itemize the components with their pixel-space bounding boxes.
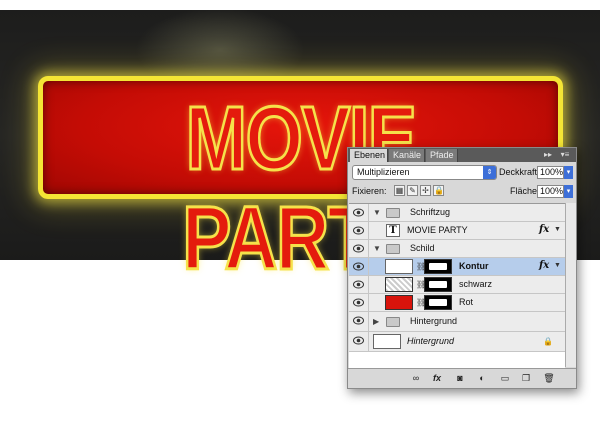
fx-icon[interactable]: fx xyxy=(539,224,549,235)
new-layer-icon[interactable]: ❐ xyxy=(520,373,532,384)
opacity-label: Deckkraft: xyxy=(499,167,540,177)
visibility-toggle[interactable] xyxy=(349,312,369,331)
chevron-down-icon[interactable]: ▼ xyxy=(554,226,561,233)
eye-icon xyxy=(353,316,364,325)
layer-row-rot[interactable]: ⛓ Rot xyxy=(349,294,565,312)
fill-dropdown-icon[interactable]: ▾ xyxy=(564,185,573,198)
adjustment-icon[interactable]: ◐ xyxy=(476,373,488,384)
layers-list: ▼ Schriftzug T MOVIE PARTY fx ▼ ▼ Schild xyxy=(349,203,565,368)
eye-icon xyxy=(353,280,364,289)
folder-icon xyxy=(386,244,400,254)
layer-name: schwarz xyxy=(459,279,493,289)
folder-icon xyxy=(386,317,400,327)
tab-ebenen[interactable]: Ebenen xyxy=(350,149,388,162)
layer-name: Rot xyxy=(459,297,474,307)
eye-icon xyxy=(353,244,364,253)
opacity-dropdown-icon[interactable]: ▾ xyxy=(564,166,573,179)
lock-position-icon[interactable]: ✢ xyxy=(420,185,431,196)
fill-field[interactable]: 100% xyxy=(537,185,564,198)
double-chevron-right-icon[interactable]: ▸▸ xyxy=(541,149,555,161)
visibility-toggle[interactable] xyxy=(349,258,369,275)
expand-triangle-icon[interactable]: ▼ xyxy=(373,208,381,217)
lock-label: Fixieren: xyxy=(352,186,387,196)
opacity-field[interactable]: 100% xyxy=(537,166,564,179)
fx-icon[interactable]: fx xyxy=(539,260,549,271)
fill-label: Fläche: xyxy=(510,186,540,196)
visibility-toggle[interactable] xyxy=(349,276,369,293)
blend-mode-select[interactable]: Multiplizieren ⇕ xyxy=(352,165,497,180)
panel-tabbar: Ebenen Kanäle Pfade ▸▸ ▾≡ xyxy=(348,148,576,162)
layer-name: Kontur xyxy=(459,261,489,271)
layer-row-hintergrund-group[interactable]: ▶ Hintergrund xyxy=(349,312,565,332)
link-icon[interactable]: ⛓ xyxy=(416,262,426,271)
panel-menu-icon[interactable]: ▾≡ xyxy=(557,149,573,161)
visibility-toggle[interactable] xyxy=(349,332,369,351)
text-layer-icon: T xyxy=(386,224,400,237)
eye-icon xyxy=(353,336,364,345)
layer-mask-thumbnail xyxy=(424,295,452,310)
eye-icon xyxy=(353,208,364,217)
layer-name: Hintergrund xyxy=(410,316,458,326)
layer-name: Schriftzug xyxy=(410,207,451,217)
expand-triangle-icon[interactable]: ▼ xyxy=(373,244,381,253)
eye-icon xyxy=(353,262,364,271)
tab-pfade[interactable]: Pfade xyxy=(426,149,458,162)
layers-panel: Ebenen Kanäle Pfade ▸▸ ▾≡ Multiplizieren… xyxy=(347,147,577,389)
collapse-triangle-icon[interactable]: ▶ xyxy=(373,317,379,326)
visibility-toggle[interactable] xyxy=(349,222,369,239)
folder-icon xyxy=(386,208,400,218)
panel-footer: ∞ fx ◙ ◐ ▭ ❐ 🗑 xyxy=(348,368,576,388)
visibility-toggle[interactable] xyxy=(349,204,369,221)
trash-icon[interactable]: 🗑 xyxy=(543,373,555,384)
layer-row-hintergrund[interactable]: Hintergrund 🔒 xyxy=(349,332,565,352)
layer-thumbnail xyxy=(385,259,413,274)
layer-row-schild[interactable]: ▼ Schild xyxy=(349,240,565,258)
lock-pixels-icon[interactable]: ✎ xyxy=(407,185,418,196)
eye-icon xyxy=(353,298,364,307)
eye-icon xyxy=(353,226,364,235)
tab-kanaele[interactable]: Kanäle xyxy=(389,149,425,162)
link-icon[interactable]: ⛓ xyxy=(416,298,426,307)
link-icon[interactable]: ⛓ xyxy=(416,280,426,289)
lock-all-icon[interactable]: 🔒 xyxy=(433,185,444,196)
layer-name: Schild xyxy=(410,243,435,253)
layer-name: MOVIE PARTY xyxy=(407,225,468,235)
layer-row-movie-party[interactable]: T MOVIE PARTY fx ▼ xyxy=(349,222,565,240)
layer-row-kontur[interactable]: ⛓ Kontur fx ▼ xyxy=(349,258,565,276)
folder-icon[interactable]: ▭ xyxy=(499,373,511,384)
mask-icon[interactable]: ◙ xyxy=(454,373,466,384)
fx-icon[interactable]: fx xyxy=(431,373,443,384)
layer-thumbnail xyxy=(385,295,413,310)
lock-transparency-icon[interactable]: ▦ xyxy=(394,185,405,196)
visibility-toggle[interactable] xyxy=(349,240,369,257)
chevron-down-icon[interactable]: ▼ xyxy=(554,262,561,269)
visibility-toggle[interactable] xyxy=(349,294,369,311)
layer-mask-thumbnail xyxy=(424,259,452,274)
scrollbar[interactable] xyxy=(565,203,576,367)
layer-name: Hintergrund xyxy=(407,336,455,346)
layer-thumbnail xyxy=(373,334,401,349)
chevron-updown-icon: ⇕ xyxy=(483,166,496,179)
lock-icon: 🔒 xyxy=(543,337,553,346)
blend-mode-value: Multiplizieren xyxy=(357,167,410,177)
layer-row-schwarz[interactable]: ⛓ schwarz xyxy=(349,276,565,294)
link-icon[interactable]: ∞ xyxy=(410,373,422,384)
layer-row-schriftzug[interactable]: ▼ Schriftzug xyxy=(349,204,565,222)
layer-thumbnail xyxy=(385,277,413,292)
layer-mask-thumbnail xyxy=(424,277,452,292)
